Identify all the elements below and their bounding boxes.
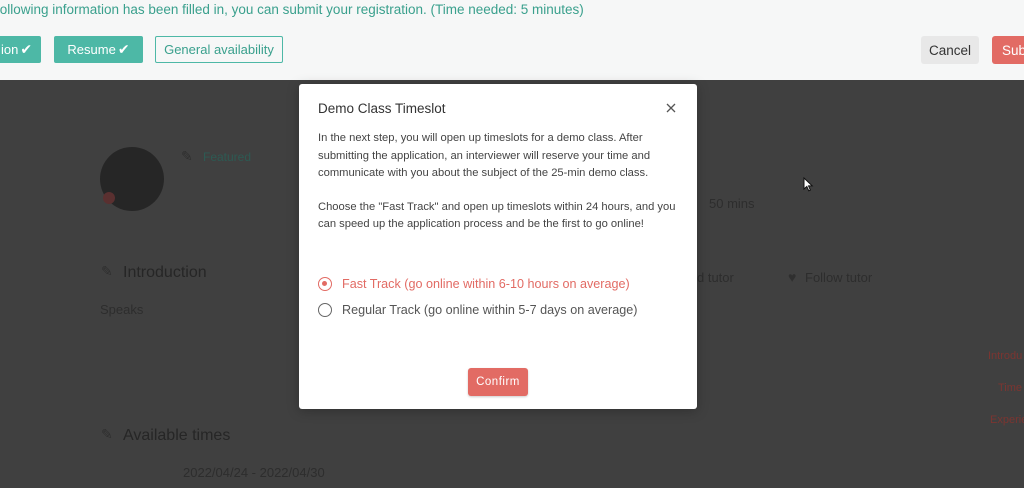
step-button-label: Resume: [67, 42, 116, 57]
featured-link[interactable]: Featured: [203, 150, 251, 164]
regular-track-radio[interactable]: [318, 303, 332, 317]
mouse-pointer-icon: [803, 177, 814, 192]
dialog-title: Demo Class Timeslot: [318, 101, 446, 116]
close-icon[interactable]: [663, 100, 679, 116]
available-times-heading: Available times: [123, 427, 231, 444]
step-button-general-availability[interactable]: General availability: [155, 36, 283, 63]
demo-class-timeslot-dialog: Demo Class Timeslot In the next step, yo…: [299, 84, 697, 409]
registration-header: following information has been filled in…: [0, 0, 1024, 80]
dialog-paragraph-fast-track: Choose the "Fast Track" and open up time…: [318, 200, 676, 231]
side-nav-times[interactable]: Time: [998, 382, 1022, 394]
fast-track-label: Fast Track (go online within 6-10 hours …: [342, 277, 630, 291]
fast-track-radio[interactable]: [318, 277, 332, 291]
regular-track-option[interactable]: Regular Track (go online within 5-7 days…: [318, 303, 637, 317]
pencil-icon: ✎: [101, 426, 113, 442]
step-button-resume[interactable]: Resume ✔: [54, 36, 143, 63]
submit-button[interactable]: Sub: [992, 36, 1024, 64]
pencil-icon: ✎: [181, 148, 193, 164]
side-nav-introduction[interactable]: Introdu: [988, 350, 1022, 362]
dialog-paragraph-intro: In the next step, you will open up times…: [318, 132, 651, 179]
flag-icon: [103, 192, 115, 204]
regular-track-label: Regular Track (go online within 5-7 days…: [342, 303, 638, 317]
step-button-label: ion: [0, 42, 19, 57]
pencil-icon: ✎: [101, 263, 113, 279]
date-range: 2022/04/24 - 2022/04/30: [183, 465, 325, 480]
follow-tutor-link[interactable]: Follow tutor: [805, 270, 872, 285]
step-button-application[interactable]: ion ✔: [0, 36, 41, 63]
introduction-heading: Introduction: [123, 264, 207, 281]
side-nav-experience[interactable]: Experie: [990, 414, 1024, 426]
check-icon: ✔: [20, 41, 33, 57]
cancel-button[interactable]: Cancel: [921, 36, 979, 64]
fast-track-option[interactable]: Fast Track (go online within 6-10 hours …: [318, 277, 630, 291]
step-button-label: General availability: [164, 42, 274, 57]
registration-notice: following information has been filled in…: [0, 2, 584, 17]
check-icon: ✔: [117, 41, 130, 57]
tutor-action-link[interactable]: d tutor: [697, 270, 734, 285]
lesson-duration: 50 mins: [709, 196, 755, 211]
confirm-button[interactable]: Confirm: [468, 368, 528, 396]
heart-icon: ♥: [788, 269, 797, 285]
dialog-body: In the next step, you will open up times…: [318, 130, 680, 234]
speaks-label: Speaks: [100, 302, 144, 317]
